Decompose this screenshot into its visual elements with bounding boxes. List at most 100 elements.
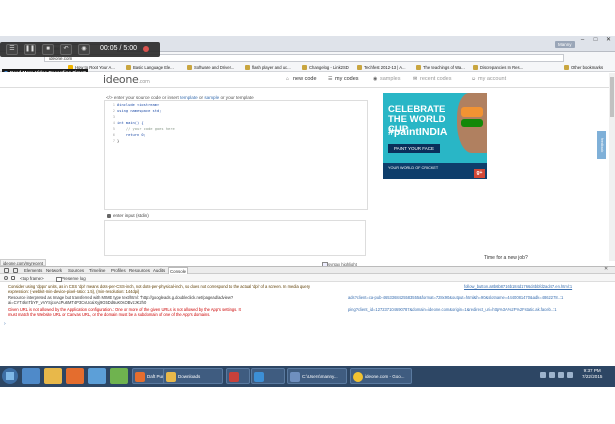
bookmark-item[interactable]: Software and Driver... [187,64,234,71]
frame-context-select[interactable]: <top frame> [20,276,44,281]
ad-face-paint [461,107,483,117]
app-icon[interactable] [88,368,106,384]
ad-footer-text: YOUR WORLD OF CRICKET [388,166,439,170]
nav-label: my account [478,76,507,82]
chrome-icon [353,372,363,382]
site-logo[interactable]: ideone.com [103,73,150,86]
bookmark-item[interactable]: Basic Language Ele... [126,64,174,71]
devtools-close-icon[interactable]: ✕ [604,266,608,272]
nav-samples[interactable]: ◉ samples [373,76,400,82]
nav-my-account[interactable]: ☺ my account [471,76,506,82]
bookmark-item[interactable]: The teachings of Wa... [416,64,465,71]
app-icon [229,372,239,382]
ad-face-paint [461,119,483,127]
tray-icon[interactable] [540,372,546,378]
nav-label: samples [380,76,401,82]
taskbar-app-label: Downloads [178,374,201,379]
feedback-tab[interactable]: feedback [597,131,606,159]
devtools-tab-network[interactable]: Network [46,267,62,274]
taskbar-app[interactable] [251,368,285,384]
taskbar-app-chrome[interactable]: ideone.com - Goo... [350,368,412,384]
ie-icon[interactable] [22,368,40,384]
close-icon[interactable]: ✕ [604,37,613,44]
nav-my-codes[interactable]: ☰ my codes [328,76,359,82]
page-scrollbar-thumb[interactable] [610,77,614,117]
profile-badge[interactable]: Manny [555,41,575,48]
devtools-tab-audits[interactable]: Audits [153,267,165,274]
app-icon [254,372,264,382]
recorder-menu-icon[interactable]: ☰ [6,44,18,55]
logo-text: ideone [103,73,139,86]
code-text: int main() { [117,121,144,125]
minimize-icon[interactable]: – [578,37,587,44]
taskbar-app-label: ideone.com - Goo... [365,374,405,379]
taskbar-app-label: C:\Users\manny... [302,374,338,379]
volume-icon[interactable] [558,372,564,378]
list-icon: ☰ [328,76,333,82]
devtools-tab-elements[interactable]: Elements [24,267,42,274]
screen: ideone.com Manny – □ ✕ ideone.com How to… [0,0,615,424]
nav-label: my codes [335,76,359,82]
start-button[interactable] [2,368,18,384]
app-icon [135,372,145,382]
webcam-icon[interactable]: ◉ [78,44,90,55]
stdin-label: enter input (stdin) [107,213,149,218]
google-plus-icon[interactable]: g+ [474,169,485,178]
devtools-tab-profiles[interactable]: Profiles [111,267,126,274]
ad-hashtag: #paintINDIA [388,126,448,138]
filter-icon[interactable] [11,276,15,280]
taskbar-app[interactable]: C:\Users\manny... [287,368,347,384]
battery-icon[interactable] [567,372,573,378]
home-icon: ⌂ [286,76,290,82]
code-text: // your code goes here [117,127,175,131]
maximize-icon[interactable]: □ [591,37,600,44]
bookmark-item[interactable]: flash player and uc... [245,64,291,71]
inspect-icon[interactable] [4,268,9,273]
preserve-log-checkbox[interactable]: Preserve log [56,276,86,282]
code-text: } [117,139,120,143]
recording-indicator-icon [143,46,149,52]
bookmark-other[interactable]: Other bookmarks [564,64,603,71]
console-toolbar [0,274,615,282]
media-player-icon[interactable] [66,368,84,384]
recording-time: 00:05 / 5:00 [100,45,137,52]
ad-cta-button[interactable]: PAINT YOUR FACE [388,144,440,153]
nav-label: new code [293,76,317,82]
bulb-icon: ◉ [373,76,378,82]
nav-recent-codes[interactable]: ✉ recent codes [413,76,452,82]
code-line: 7} [105,138,365,144]
clear-console-icon[interactable] [4,276,8,280]
stop-icon[interactable]: ■ [42,44,54,55]
devtools-tab-sources[interactable]: Sources [68,267,84,274]
taskbar-app[interactable]: Downloads [163,368,223,384]
logo-suffix: .com [138,79,150,85]
network-icon[interactable] [549,372,555,378]
pause-icon[interactable]: ❚❚ [24,44,36,55]
source-code-editor[interactable]: 1 #include <iostream> 2 using namespace st… [104,100,368,210]
device-mode-icon[interactable] [13,268,18,273]
stdin-input[interactable] [104,220,366,256]
bookmark-item[interactable]: Techfest 2012-13 | A... [357,64,406,71]
taskbar-app[interactable] [226,368,250,384]
status-bar-url: ideone.com/myrecent [0,259,47,266]
devtools-tab-timeline[interactable]: Timeline [89,267,105,274]
folder-icon [166,372,176,382]
bookmark-item[interactable]: Changelog - Link2SD [302,64,349,71]
app-icon[interactable] [110,368,128,384]
console-message: ai=CYT4knTbYF_vVYSjcxAcPu6MT4P3CvUcaiXyj… [8,300,147,305]
console-prompt[interactable]: › [4,321,6,327]
nav-new-code[interactable]: ⌂ new code [286,76,317,82]
devtools-tab-resources[interactable]: Resources [129,267,150,274]
code-text: using namespace std; [117,109,162,113]
bookmark-item[interactable]: Discrepancies In Res... [473,64,523,71]
undo-icon[interactable]: ↶ [60,44,72,55]
job-ad-text[interactable]: Time for a new job? [484,255,528,261]
advertisement-banner[interactable]: CELEBRATE THE WORLD CUP #paintINDIA PAIN… [383,93,487,179]
system-clock[interactable]: 9:37 PM 7/22/2015 [582,368,602,380]
window-controls: – □ ✕ [578,37,613,44]
explorer-icon[interactable] [44,368,62,384]
code-text: return 0; [117,133,146,137]
chat-icon: ✉ [413,76,418,82]
console-message: expression: (-webkit-min-device-pixel-ra… [8,289,140,294]
user-icon: ☺ [471,76,477,82]
